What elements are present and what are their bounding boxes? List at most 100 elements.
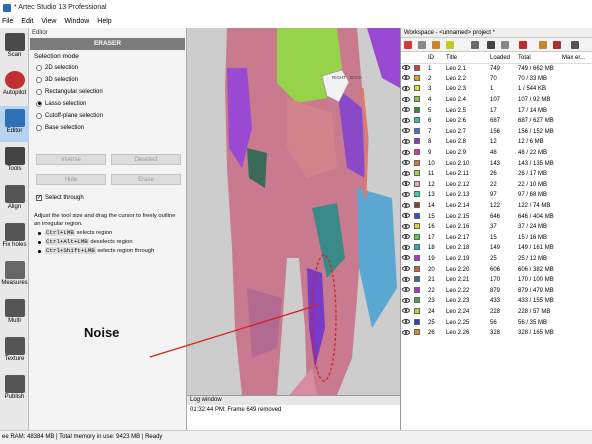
eye-icon[interactable] bbox=[402, 329, 410, 335]
toolbar-icon[interactable] bbox=[539, 41, 547, 49]
eye-icon[interactable] bbox=[402, 244, 410, 250]
table-row[interactable]: 9 Leo 2.9 48 48 / 22 MB bbox=[401, 148, 592, 159]
undo-icon[interactable] bbox=[487, 41, 495, 49]
table-row[interactable]: 26 Leo 2.26 328 328 / 165 MB bbox=[401, 328, 592, 339]
table-row[interactable]: 18 Leo 2.18 149 149 / 161 MB bbox=[401, 243, 592, 254]
scan-color-swatch[interactable] bbox=[414, 180, 420, 187]
table-row[interactable]: 10 Leo 2.10 143 143 / 135 MB bbox=[401, 158, 592, 169]
scan-color-swatch[interactable] bbox=[414, 212, 420, 219]
row-loaded: 37 bbox=[490, 224, 497, 231]
scan-color-swatch[interactable] bbox=[414, 244, 420, 251]
table-row[interactable]: 7 Leo 2.7 156 156 / 152 MB bbox=[401, 127, 592, 138]
column-title[interactable]: Title bbox=[445, 54, 489, 64]
eye-icon[interactable] bbox=[402, 160, 410, 166]
eye-icon[interactable] bbox=[402, 170, 410, 176]
save-icon[interactable] bbox=[432, 41, 440, 49]
scan-color-swatch[interactable] bbox=[414, 170, 420, 177]
table-row[interactable]: 2 Leo 2.2 70 70 / 33 MB bbox=[401, 74, 592, 85]
lock-icon[interactable] bbox=[553, 41, 561, 49]
table-row[interactable]: 22 Leo 2.22 879 879 / 479 MB bbox=[401, 285, 592, 296]
merge-icon[interactable] bbox=[446, 41, 454, 49]
scan-color-swatch[interactable] bbox=[414, 74, 420, 81]
eye-icon[interactable] bbox=[402, 213, 410, 219]
scan-color-swatch[interactable] bbox=[414, 96, 420, 103]
table-row[interactable]: 25 Leo 2.25 56 56 / 35 MB bbox=[401, 317, 592, 328]
scan-color-swatch[interactable] bbox=[414, 106, 420, 113]
table-row[interactable]: 13 Leo 2.13 97 97 / 68 MB bbox=[401, 190, 592, 201]
scan-color-swatch[interactable] bbox=[414, 276, 420, 283]
row-total: 879 / 479 MB bbox=[518, 287, 554, 294]
log-line: 01:32:44 PM: Frame 649 removed bbox=[190, 407, 282, 413]
eye-icon[interactable] bbox=[402, 202, 410, 208]
table-row[interactable]: 24 Leo 2.24 228 228 / 57 MB bbox=[401, 307, 592, 318]
table-row[interactable]: 3 Leo 2.3 1 1 / 544 KB bbox=[401, 84, 592, 95]
table-row[interactable]: 21 Leo 2.21 170 170 / 100 MB bbox=[401, 275, 592, 286]
scan-color-swatch[interactable] bbox=[414, 127, 420, 134]
eye-icon[interactable] bbox=[402, 287, 410, 293]
table-row[interactable]: 4 Leo 2.4 107 107 / 92 MB bbox=[401, 95, 592, 106]
scan-color-swatch[interactable] bbox=[414, 138, 420, 145]
eye-icon[interactable] bbox=[402, 96, 410, 102]
eye-icon[interactable] bbox=[402, 149, 410, 155]
scan-color-swatch[interactable] bbox=[414, 223, 420, 230]
scan-color-swatch[interactable] bbox=[414, 233, 420, 240]
eye-icon[interactable] bbox=[402, 308, 410, 314]
folder-icon[interactable] bbox=[418, 41, 426, 49]
eye-icon[interactable] bbox=[402, 128, 410, 134]
table-row[interactable]: 6 Leo 2.6 687 687 / 627 MB bbox=[401, 116, 592, 127]
table-row[interactable]: 14 Leo 2.14 122 122 / 74 MB bbox=[401, 201, 592, 212]
table-row[interactable]: 5 Leo 2.5 17 17 / 14 MB bbox=[401, 105, 592, 116]
row-id: 9 bbox=[428, 150, 432, 157]
scan-color-swatch[interactable] bbox=[414, 318, 420, 325]
column-total[interactable]: Total bbox=[517, 54, 561, 64]
scan-color-swatch[interactable] bbox=[414, 265, 420, 272]
table-row[interactable]: 8 Leo 2.8 12 12 / 6 MB bbox=[401, 137, 592, 148]
column-id[interactable]: ID bbox=[427, 54, 445, 64]
scan-color-swatch[interactable] bbox=[414, 286, 420, 293]
table-row[interactable]: 12 Leo 2.12 22 22 / 10 MB bbox=[401, 180, 592, 191]
scan-color-swatch[interactable] bbox=[414, 329, 420, 336]
delete-icon[interactable] bbox=[519, 41, 527, 49]
scan-color-swatch[interactable] bbox=[414, 254, 420, 261]
table-row[interactable]: 19 Leo 2.19 25 25 / 12 MB bbox=[401, 254, 592, 265]
eye-icon[interactable] bbox=[402, 276, 410, 282]
sort-icon[interactable] bbox=[471, 41, 479, 49]
scan-color-swatch[interactable] bbox=[414, 159, 420, 166]
eye-icon[interactable] bbox=[402, 181, 410, 187]
scan-color-swatch[interactable] bbox=[414, 64, 420, 71]
table-row[interactable]: 17 Leo 2.17 15 15 / 16 MB bbox=[401, 233, 592, 244]
scan-color-swatch[interactable] bbox=[414, 307, 420, 314]
gear-icon[interactable] bbox=[571, 41, 579, 49]
table-row[interactable]: 1 Leo 2.1 749 749 / 662 MB bbox=[401, 63, 592, 74]
table-row[interactable]: 11 Leo 2.11 26 26 / 17 MB bbox=[401, 169, 592, 180]
redo-icon[interactable] bbox=[501, 41, 509, 49]
scan-color-swatch[interactable] bbox=[414, 191, 420, 198]
eye-icon[interactable] bbox=[402, 117, 410, 123]
scan-color-swatch[interactable] bbox=[414, 297, 420, 304]
eye-icon[interactable] bbox=[402, 65, 410, 71]
scan-color-swatch[interactable] bbox=[414, 85, 420, 92]
eye-icon[interactable] bbox=[402, 319, 410, 325]
eye-icon[interactable] bbox=[402, 75, 410, 81]
eye-icon[interactable] bbox=[402, 85, 410, 91]
row-title: Leo 2.15 bbox=[446, 213, 470, 220]
eye-icon[interactable] bbox=[402, 138, 410, 144]
column-loaded[interactable]: Loaded bbox=[489, 54, 517, 64]
table-row[interactable]: 23 Leo 2.23 433 433 / 155 MB bbox=[401, 296, 592, 307]
eye-icon[interactable] bbox=[402, 234, 410, 240]
eye-icon[interactable] bbox=[402, 191, 410, 197]
table-row[interactable]: 16 Leo 2.16 37 37 / 24 MB bbox=[401, 222, 592, 233]
eye-icon[interactable] bbox=[402, 297, 410, 303]
table-row[interactable]: 20 Leo 2.20 606 606 / 382 MB bbox=[401, 264, 592, 275]
scan-color-swatch[interactable] bbox=[414, 149, 420, 156]
eye-icon[interactable] bbox=[402, 255, 410, 261]
column-max-error[interactable]: Max er... bbox=[561, 54, 592, 64]
row-title: Leo 2.24 bbox=[446, 308, 470, 315]
table-row[interactable]: 15 Leo 2.15 646 646 / 404 MB bbox=[401, 211, 592, 222]
add-icon[interactable] bbox=[404, 41, 412, 49]
eye-icon[interactable] bbox=[402, 223, 410, 229]
scan-color-swatch[interactable] bbox=[414, 202, 420, 209]
eye-icon[interactable] bbox=[402, 266, 410, 272]
scan-color-swatch[interactable] bbox=[414, 117, 420, 124]
eye-icon[interactable] bbox=[402, 107, 410, 113]
